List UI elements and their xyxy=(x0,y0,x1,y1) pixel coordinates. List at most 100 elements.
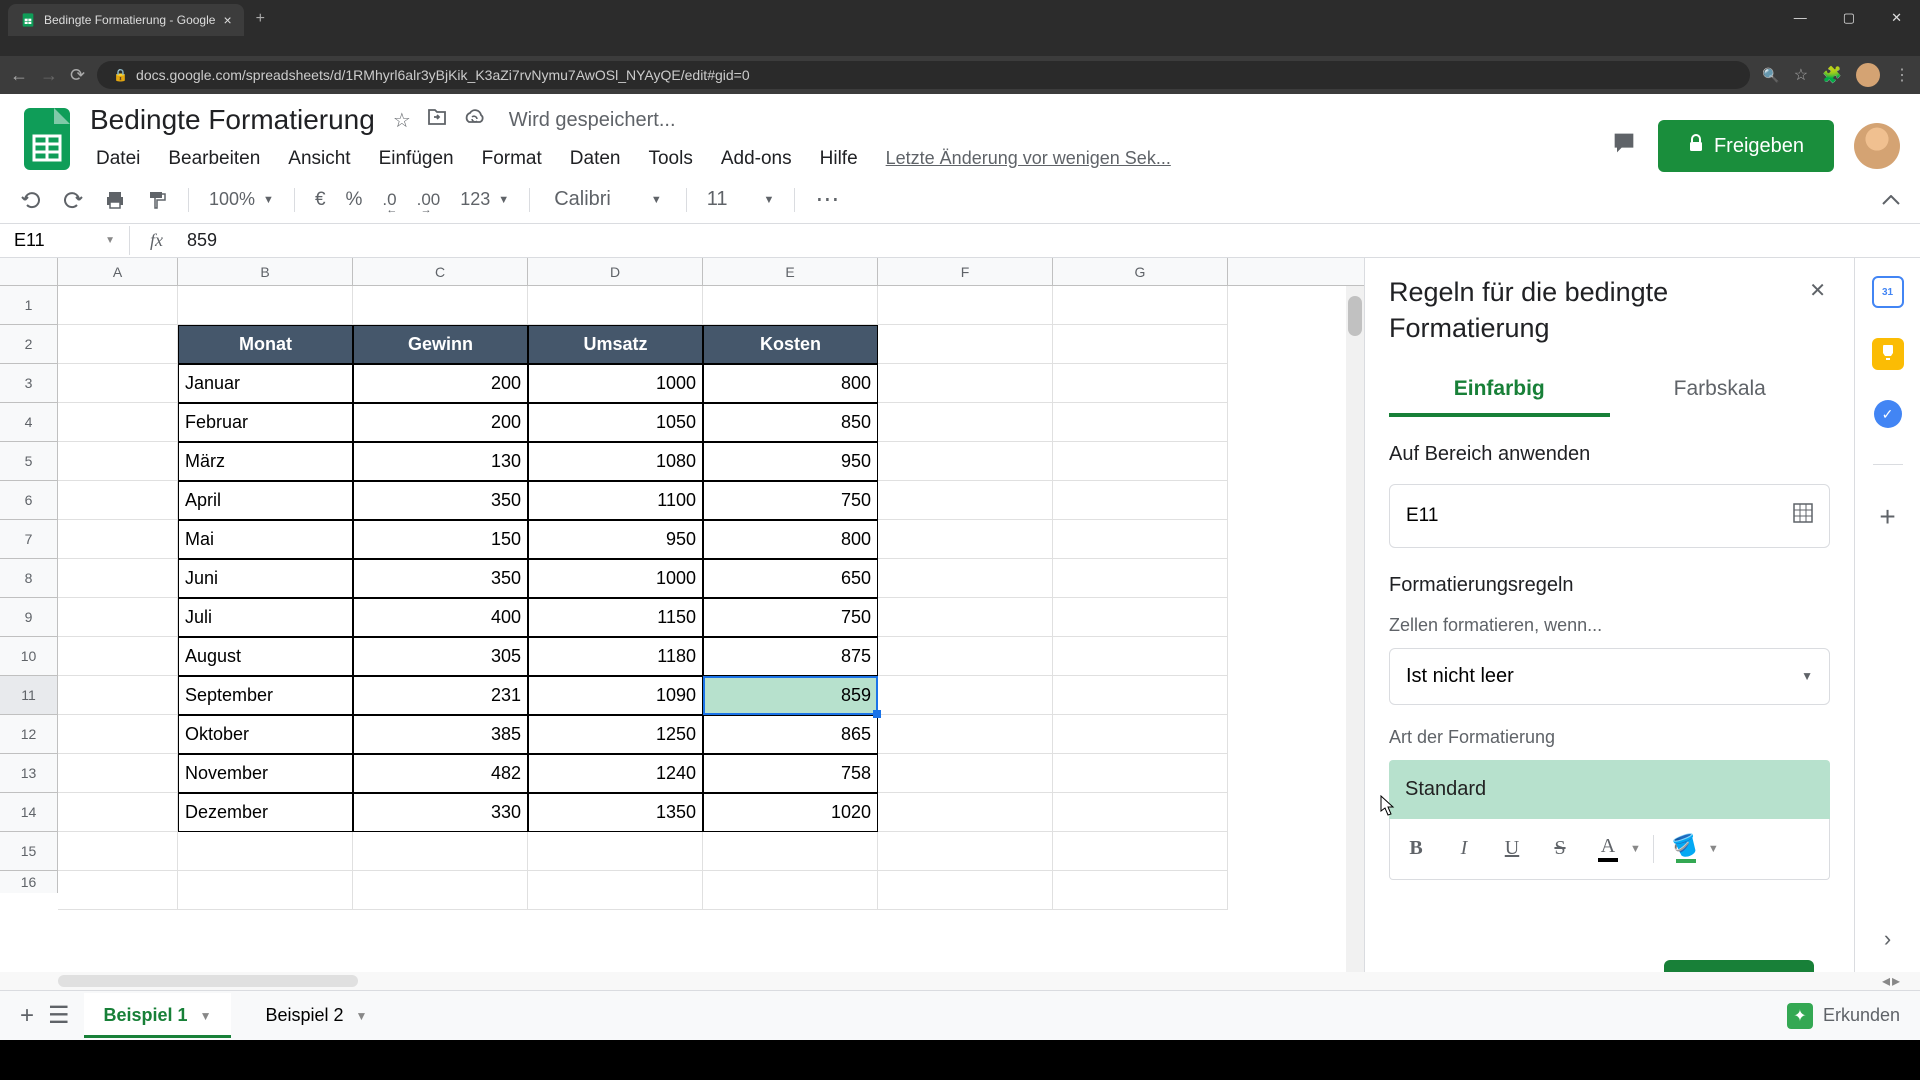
sheet-tab-2[interactable]: Beispiel 2 ▼ xyxy=(245,993,387,1038)
table-header-cell[interactable]: Monat xyxy=(178,325,353,364)
menu-edit[interactable]: Bearbeiten xyxy=(156,144,272,174)
column-header[interactable]: G xyxy=(1053,258,1228,285)
select-all-corner[interactable] xyxy=(0,258,58,285)
window-minimize-button[interactable]: — xyxy=(1776,0,1825,36)
share-button[interactable]: Freigeben xyxy=(1658,120,1834,172)
table-cell[interactable]: 758 xyxy=(703,754,878,793)
last-edit-info[interactable]: Letzte Änderung vor wenigen Sek... xyxy=(874,144,1183,174)
calendar-addon-icon[interactable] xyxy=(1872,276,1904,308)
bold-button[interactable]: B xyxy=(1396,829,1436,869)
table-cell[interactable]: 350 xyxy=(353,559,528,598)
empty-cell[interactable] xyxy=(1053,481,1228,520)
undo-button[interactable] xyxy=(20,189,42,211)
zoom-icon[interactable]: 🔍 xyxy=(1762,67,1779,84)
menu-insert[interactable]: Einfügen xyxy=(367,144,466,174)
empty-cell[interactable] xyxy=(58,325,178,364)
menu-addons[interactable]: Add-ons xyxy=(709,144,804,174)
tab-close-icon[interactable]: × xyxy=(223,12,231,28)
empty-cell[interactable] xyxy=(58,364,178,403)
row-header[interactable]: 4 xyxy=(0,403,57,442)
empty-cell[interactable] xyxy=(1053,676,1228,715)
empty-cell[interactable] xyxy=(878,793,1053,832)
empty-cell[interactable] xyxy=(1053,520,1228,559)
empty-cell[interactable] xyxy=(703,832,878,871)
tab-single-color[interactable]: Einfarbig xyxy=(1389,365,1610,417)
empty-cell[interactable] xyxy=(1053,286,1228,325)
empty-cell[interactable] xyxy=(58,559,178,598)
tab-color-scale[interactable]: Farbskala xyxy=(1610,365,1831,417)
table-cell[interactable]: 1080 xyxy=(528,442,703,481)
row-header[interactable]: 1 xyxy=(0,286,57,325)
underline-button[interactable]: U xyxy=(1492,829,1532,869)
table-cell[interactable]: 1000 xyxy=(528,364,703,403)
table-cell[interactable]: 385 xyxy=(353,715,528,754)
table-cell[interactable]: 1180 xyxy=(528,637,703,676)
table-cell[interactable]: Juli xyxy=(178,598,353,637)
empty-cell[interactable] xyxy=(703,286,878,325)
empty-cell[interactable] xyxy=(1053,364,1228,403)
empty-cell[interactable] xyxy=(878,754,1053,793)
row-header[interactable]: 16 xyxy=(0,871,57,893)
menu-format[interactable]: Format xyxy=(470,144,554,174)
empty-cell[interactable] xyxy=(878,520,1053,559)
name-box[interactable]: E11 ▼ xyxy=(0,226,130,255)
table-cell[interactable]: Dezember xyxy=(178,793,353,832)
empty-cell[interactable] xyxy=(878,832,1053,871)
table-cell[interactable]: 1090 xyxy=(528,676,703,715)
empty-cell[interactable] xyxy=(58,598,178,637)
empty-cell[interactable] xyxy=(353,832,528,871)
browser-forward-button[interactable]: → xyxy=(40,65,58,86)
move-icon[interactable] xyxy=(427,108,447,132)
font-size-select[interactable]: 11▼ xyxy=(707,188,775,211)
table-cell[interactable]: 800 xyxy=(703,364,878,403)
all-sheets-button[interactable]: ☰ xyxy=(48,1001,70,1030)
redo-button[interactable] xyxy=(62,189,84,211)
table-cell[interactable]: 800 xyxy=(703,520,878,559)
bookmark-icon[interactable]: ☆ xyxy=(1794,65,1808,85)
table-cell[interactable]: Mai xyxy=(178,520,353,559)
empty-cell[interactable] xyxy=(878,481,1053,520)
scroll-left-button[interactable]: ◂ xyxy=(1882,971,1890,991)
table-cell[interactable]: 150 xyxy=(353,520,528,559)
column-header[interactable]: B xyxy=(178,258,353,285)
table-cell[interactable]: September xyxy=(178,676,353,715)
empty-cell[interactable] xyxy=(878,442,1053,481)
empty-cell[interactable] xyxy=(1053,871,1228,910)
column-header[interactable]: C xyxy=(353,258,528,285)
percent-button[interactable]: % xyxy=(346,189,363,211)
table-cell[interactable]: 1350 xyxy=(528,793,703,832)
empty-cell[interactable] xyxy=(58,286,178,325)
style-preview[interactable]: Standard xyxy=(1389,760,1830,819)
empty-cell[interactable] xyxy=(1053,793,1228,832)
empty-cell[interactable] xyxy=(1053,832,1228,871)
table-cell[interactable]: 1250 xyxy=(528,715,703,754)
row-header[interactable]: 7 xyxy=(0,520,57,559)
empty-cell[interactable] xyxy=(1053,598,1228,637)
number-format-button[interactable]: 123▼ xyxy=(460,189,509,210)
row-header[interactable]: 15 xyxy=(0,832,57,871)
chevron-down-icon[interactable]: ▼ xyxy=(1708,843,1719,855)
row-header[interactable]: 6 xyxy=(0,481,57,520)
chrome-profile-avatar[interactable] xyxy=(1856,63,1880,87)
empty-cell[interactable] xyxy=(703,871,878,910)
row-header[interactable]: 14 xyxy=(0,793,57,832)
empty-cell[interactable] xyxy=(878,676,1053,715)
empty-cell[interactable] xyxy=(1053,715,1228,754)
panel-close-button[interactable]: ✕ xyxy=(1805,274,1830,307)
paint-format-button[interactable] xyxy=(146,189,168,211)
column-header[interactable]: A xyxy=(58,258,178,285)
table-cell[interactable]: 650 xyxy=(703,559,878,598)
chevron-down-icon[interactable]: ▼ xyxy=(200,1009,212,1023)
empty-cell[interactable] xyxy=(1053,559,1228,598)
table-cell[interactable]: August xyxy=(178,637,353,676)
account-avatar[interactable] xyxy=(1854,123,1900,169)
print-button[interactable] xyxy=(104,189,126,211)
tasks-addon-icon[interactable] xyxy=(1874,400,1902,428)
row-header[interactable]: 3 xyxy=(0,364,57,403)
empty-cell[interactable] xyxy=(878,559,1053,598)
table-header-cell[interactable]: Umsatz xyxy=(528,325,703,364)
empty-cell[interactable] xyxy=(58,637,178,676)
add-sheet-button[interactable]: + xyxy=(20,1002,34,1030)
table-cell[interactable]: 850 xyxy=(703,403,878,442)
spreadsheet-grid[interactable]: ABCDEFG 12345678910111213141516 MonatGew… xyxy=(0,258,1364,972)
